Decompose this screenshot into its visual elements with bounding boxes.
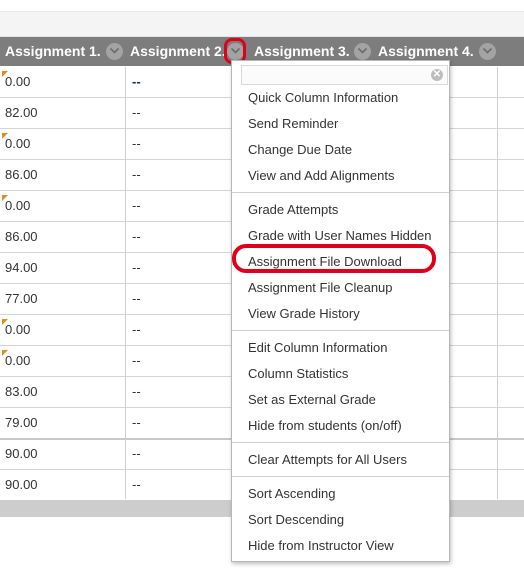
close-icon[interactable]: ✕ [431, 69, 443, 81]
grade-cell-assignment-2[interactable]: -- [132, 160, 141, 190]
menu-item-view-and-add-alignments[interactable]: View and Add Alignments [248, 163, 394, 189]
grade-cell-assignment-1[interactable]: 0.00 [5, 346, 30, 376]
grade-cell-assignment-2[interactable]: -- [132, 377, 141, 407]
menu-separator [232, 442, 449, 443]
menu-item-send-reminder[interactable]: Send Reminder [248, 111, 338, 137]
grade-cell-assignment-2[interactable]: -- [132, 408, 141, 438]
grade-cell-assignment-1[interactable]: 90.00 [5, 439, 38, 469]
grade-cell-assignment-1[interactable]: 0.00 [5, 129, 30, 159]
menu-item-sort-ascending[interactable]: Sort Ascending [248, 481, 335, 507]
menu-item-set-as-external-grade[interactable]: Set as External Grade [248, 387, 376, 413]
grade-cell-assignment-1[interactable]: 83.00 [5, 377, 38, 407]
grade-cell-assignment-1[interactable]: 90.00 [5, 470, 38, 500]
grade-cell-assignment-1[interactable]: 77.00 [5, 284, 38, 314]
menu-separator [232, 476, 449, 477]
menu-item-sort-descending[interactable]: Sort Descending [248, 507, 344, 533]
menu-item-grade-attempts[interactable]: Grade Attempts [248, 197, 338, 223]
grade-cell-assignment-2[interactable]: -- [132, 129, 141, 159]
annotation-oval [232, 244, 436, 273]
grade-cell-assignment-2[interactable]: -- [132, 315, 141, 345]
grade-cell-assignment-1[interactable]: 0.00 [5, 315, 30, 345]
grade-cell-assignment-2[interactable]: -- [132, 439, 141, 469]
grade-cell-assignment-1[interactable]: 82.00 [5, 98, 38, 128]
menu-item-hide-from-students-on-off[interactable]: Hide from students (on/off) [248, 413, 402, 439]
menu-item-change-due-date[interactable]: Change Due Date [248, 137, 352, 163]
grade-cell-assignment-1[interactable]: 86.00 [5, 222, 38, 252]
grade-cell-assignment-2[interactable]: -- [132, 284, 141, 314]
grade-cell-assignment-2[interactable]: -- [132, 346, 141, 376]
menu-item-quick-column-information[interactable]: Quick Column Information [248, 85, 398, 111]
menu-item-clear-attempts-for-all-users[interactable]: Clear Attempts for All Users [248, 447, 407, 473]
menu-separator [232, 330, 449, 331]
menu-item-edit-column-information[interactable]: Edit Column Information [248, 335, 387, 361]
menu-item-view-grade-history[interactable]: View Grade History [248, 301, 360, 327]
menu-item-column-statistics[interactable]: Column Statistics [248, 361, 348, 387]
menu-item-hide-from-instructor-view[interactable]: Hide from Instructor View [248, 533, 394, 559]
column-header-assignment-2[interactable]: Assignment 2. [130, 37, 226, 66]
grade-cell-assignment-2[interactable]: -- [132, 470, 141, 500]
menu-item-assignment-file-cleanup[interactable]: Assignment File Cleanup [248, 275, 393, 301]
chevron-down-icon[interactable] [479, 43, 496, 60]
grade-cell-assignment-2[interactable]: -- [132, 222, 141, 252]
grade-cell-assignment-1[interactable]: 94.00 [5, 253, 38, 283]
grade-cell-assignment-2[interactable]: -- [132, 253, 141, 283]
menu-header: ✕ [241, 65, 448, 85]
menu-separator [232, 192, 449, 193]
chevron-down-icon[interactable] [106, 43, 123, 60]
grade-cell-assignment-1[interactable]: 86.00 [5, 160, 38, 190]
grade-cell-assignment-1[interactable]: 0.00 [5, 191, 30, 221]
grade-cell-assignment-2[interactable]: -- [132, 98, 141, 128]
grade-cell-assignment-2[interactable]: -- [132, 67, 141, 97]
top-toolbar [0, 11, 524, 37]
grade-cell-assignment-1[interactable]: 0.00 [5, 67, 30, 97]
chevron-down-icon[interactable] [354, 43, 371, 60]
column-context-menu: ✕ Quick Column Information Send Reminder C… [231, 60, 450, 562]
grade-cell-assignment-2[interactable]: -- [132, 191, 141, 221]
grade-cell-assignment-1[interactable]: 79.00 [5, 408, 38, 438]
column-header-assignment-1[interactable]: Assignment 1. [5, 37, 101, 66]
